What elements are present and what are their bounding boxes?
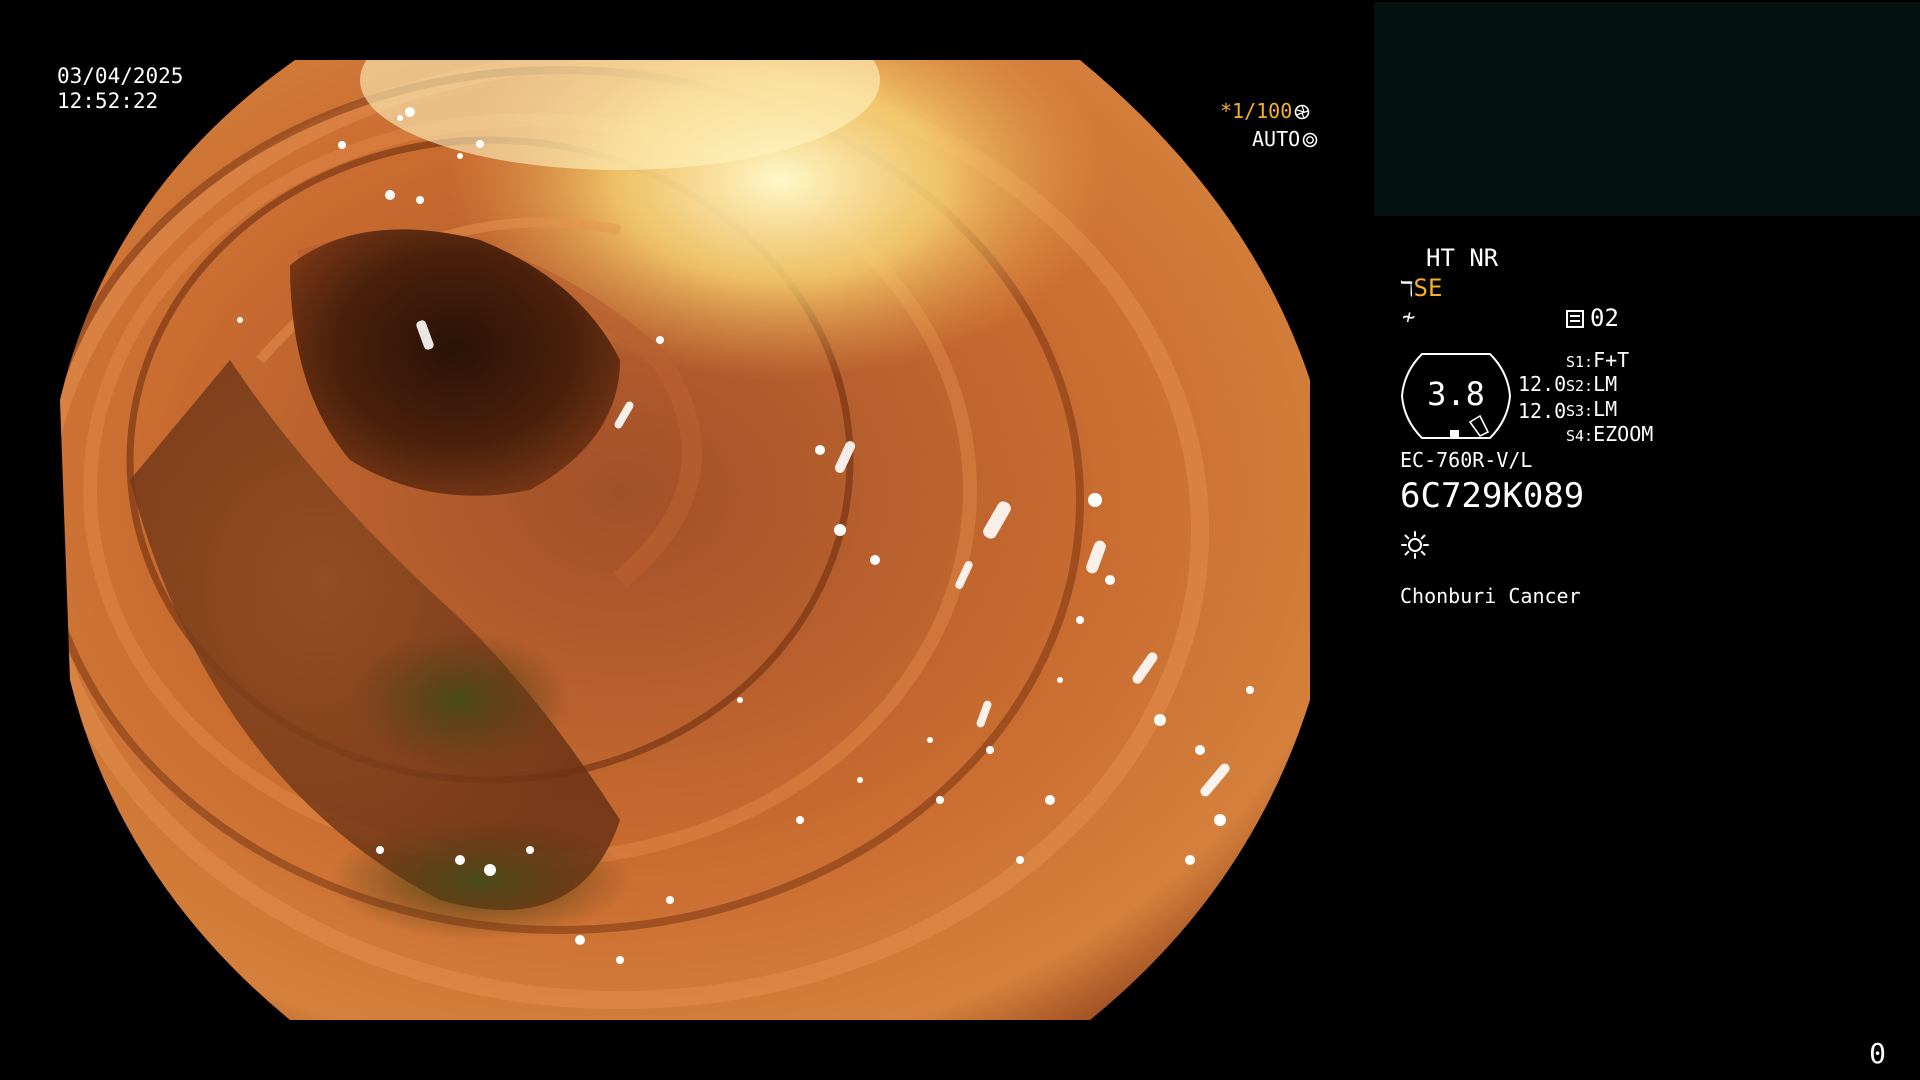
institution-name: Chonburi Cancer: [1400, 584, 1581, 608]
endoscope-image: [60, 60, 1310, 1020]
switch-3: S3:LM: [1566, 397, 1617, 423]
mode-status: HT NR: [1426, 244, 1499, 272]
memory-status: 02: [1566, 304, 1619, 332]
curve-icon: ≁: [1402, 305, 1416, 330]
switch-key: S3:: [1566, 402, 1594, 420]
switch-value: EZOOM: [1593, 422, 1654, 446]
hook-icon: ℸ: [1400, 277, 1414, 301]
date-label: 03/04/2025: [57, 64, 184, 88]
iris-mode-indicator: AUTO: [1252, 127, 1318, 151]
colon-lumen-image: [60, 60, 1310, 1020]
switch-value: LM: [1593, 372, 1618, 396]
scope-serial: 6C729K089: [1400, 476, 1585, 516]
switch-value: F+T: [1593, 348, 1630, 372]
shutter-speed-indicator: *1/100: [1220, 99, 1310, 123]
switch-key: S1:: [1566, 353, 1594, 371]
zoom-gauge: 3.8: [1400, 350, 1512, 442]
light-icon: [1401, 531, 1429, 559]
memory-label: 02: [1590, 304, 1619, 332]
memory-icon: [1566, 310, 1584, 328]
enhancement-label: SE: [1413, 274, 1443, 302]
switch-1: S1:F+T: [1566, 348, 1629, 374]
date-time-stamp: 03/04/2025 12:52:22: [57, 64, 183, 114]
iris-mode-label: AUTO: [1252, 127, 1301, 151]
sub-image-area: [1374, 2, 1920, 216]
time-label: 12:52:22: [57, 89, 159, 113]
switch-4: S4:EZOOM: [1566, 422, 1653, 448]
switch-2: S2:LM: [1566, 372, 1617, 398]
gain-upper: 12.0: [1518, 372, 1567, 396]
shutter-speed-label: *1/100: [1220, 99, 1293, 123]
image-counter: 0: [1869, 1037, 1886, 1070]
switch-key: S4:: [1566, 427, 1594, 445]
shutter-icon: [1294, 104, 1310, 120]
gain-lower: 12.0: [1518, 399, 1567, 423]
enhancement-status: ℸSE: [1400, 274, 1442, 303]
scope-model: EC-760R-V/L: [1400, 448, 1533, 472]
switch-key: S2:: [1566, 377, 1594, 395]
iris-icon: [1302, 132, 1318, 148]
gauge-value: 3.8: [1427, 375, 1485, 413]
switch-value: LM: [1593, 397, 1618, 421]
